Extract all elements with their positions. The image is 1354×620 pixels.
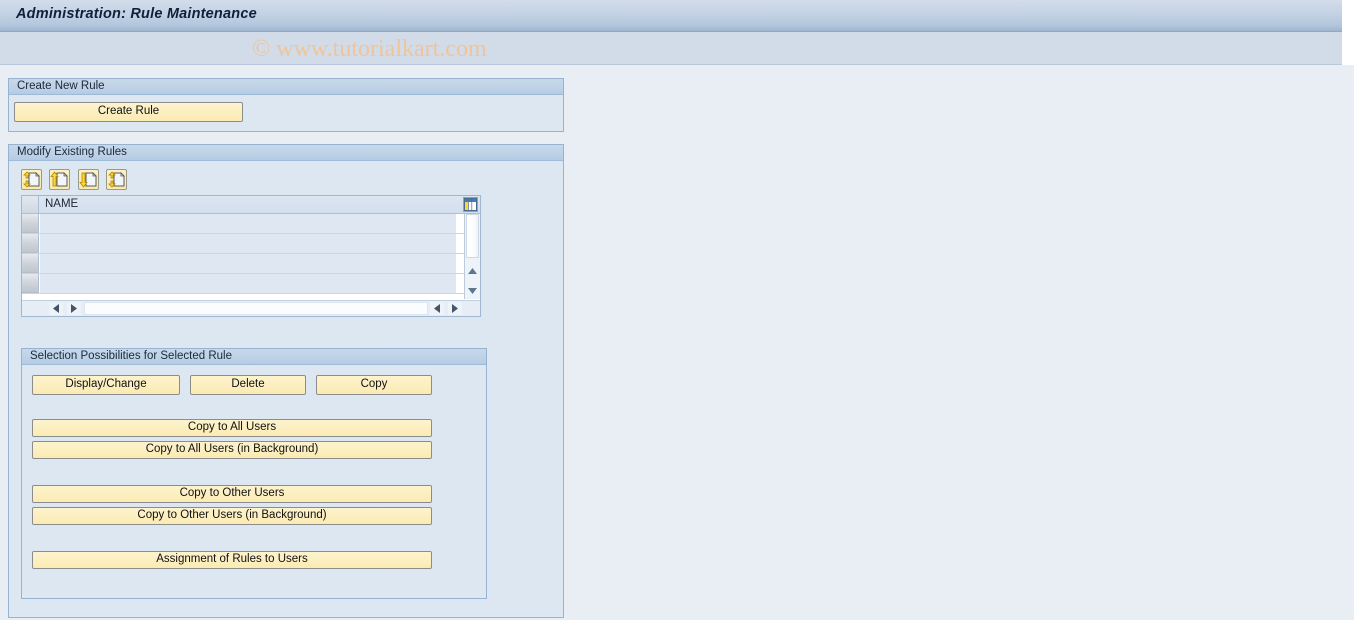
rule-exchange-icon-button[interactable] [106,169,128,190]
create-new-rule-group: Create New Rule Create Rule [8,78,564,132]
modify-existing-rules-group: Modify Existing Rules NAME Selection Pos… [8,144,564,618]
rule-download-icon [78,170,98,189]
create-rule-button[interactable]: Create Rule [14,102,243,122]
copy-to-other-users-button[interactable]: Copy to Other Users [32,485,432,503]
scroll-down-arrow-icon[interactable] [466,282,479,299]
cell-name[interactable] [40,274,456,293]
cell-name[interactable] [40,254,456,273]
scroll-up-arrow-icon[interactable] [466,262,479,279]
rule-append-icon-button[interactable] [49,169,71,190]
rule-toolbar [21,169,131,191]
rule-append-icon [50,170,69,189]
table-horizontal-scrollbar[interactable] [22,300,480,316]
sub-header-bar [0,32,1342,65]
copy-to-all-users-button[interactable]: Copy to All Users [32,419,432,437]
create-new-rule-group-header: Create New Rule [9,79,563,95]
copy-to-all-users-background-button[interactable]: Copy to All Users (in Background) [32,441,432,459]
modify-existing-rules-group-title: Modify Existing Rules [17,146,127,158]
table-row[interactable] [22,234,480,254]
selection-possibilities-group: Selection Possibilities for Selected Rul… [21,348,487,599]
table-row[interactable] [22,254,480,274]
selection-possibilities-group-header: Selection Possibilities for Selected Rul… [22,349,486,365]
assignment-of-rules-to-users-button[interactable]: Assignment of Rules to Users [32,551,432,569]
scroll-left-arrow-icon-secondary[interactable] [430,302,444,315]
table-vertical-scrollbar[interactable] [464,214,480,299]
delete-button[interactable]: Delete [190,375,306,395]
window-title-bar: Administration: Rule Maintenance [0,0,1342,32]
page-title: Administration: Rule Maintenance [16,6,257,22]
copy-to-other-users-background-button[interactable]: Copy to Other Users (in Background) [32,507,432,525]
row-selector[interactable] [22,214,39,233]
scroll-left-arrow-icon[interactable] [49,302,63,315]
rule-exchange-icon [107,170,126,189]
rules-table: NAME [21,195,481,317]
rule-insert-icon-button[interactable] [21,169,42,190]
row-selector[interactable] [22,274,39,293]
row-selector[interactable] [22,234,39,253]
cell-name[interactable] [40,214,456,233]
horizontal-scroll-track[interactable] [84,302,428,315]
rule-download-icon-button[interactable] [77,169,99,190]
modify-existing-rules-group-header: Modify Existing Rules [9,145,563,161]
column-header-name[interactable]: NAME [40,196,78,213]
rules-table-header-row: NAME [22,196,480,214]
vertical-scroll-thumb[interactable] [466,214,479,258]
display-change-button[interactable]: Display/Change [32,375,180,395]
table-row[interactable] [22,274,480,294]
scroll-right-arrow-icon-secondary[interactable] [448,302,462,315]
create-new-rule-group-title: Create New Rule [17,80,105,92]
rule-insert-icon [22,170,41,189]
row-selector[interactable] [22,254,39,273]
copy-button[interactable]: Copy [316,375,432,395]
screen-canvas: Create New Rule Create Rule Modify Exist… [0,65,1354,620]
watermark-text: © www.tutorialkart.com [252,36,487,62]
select-all-cell[interactable] [22,196,39,213]
table-row[interactable] [22,214,480,234]
scroll-right-arrow-icon[interactable] [67,302,81,315]
selection-possibilities-group-title: Selection Possibilities for Selected Rul… [30,350,232,362]
table-settings-icon[interactable] [463,197,478,212]
cell-name[interactable] [40,234,456,253]
